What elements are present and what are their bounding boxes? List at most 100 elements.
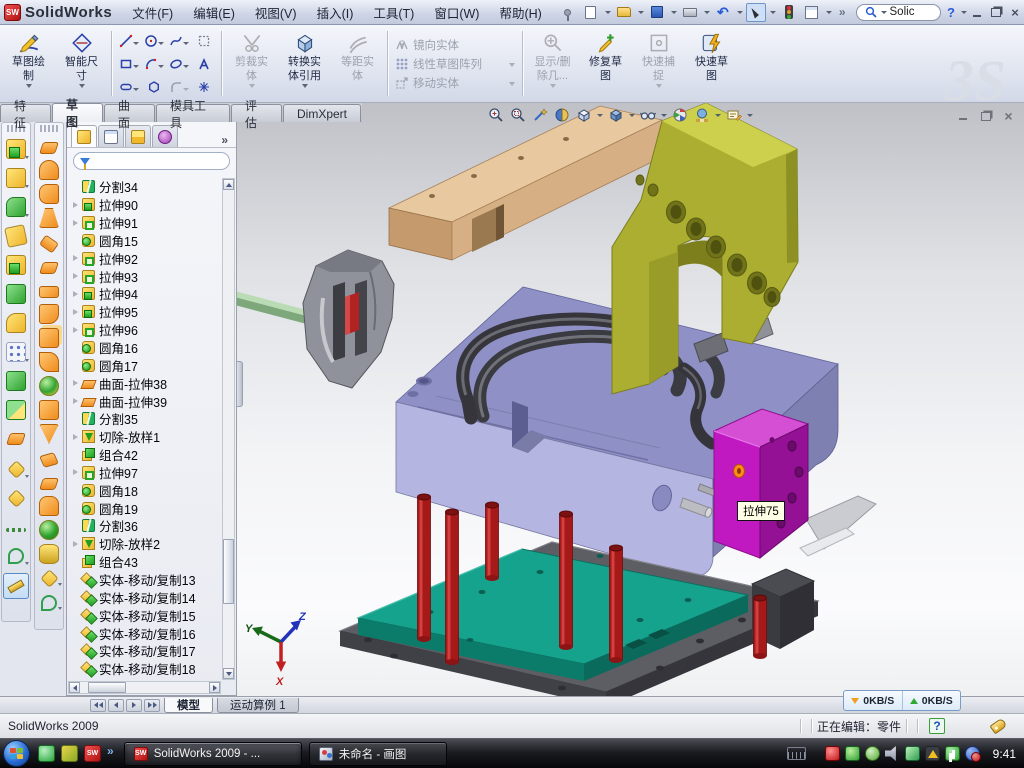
tree-item[interactable]: 实体-移动/复制15 <box>69 606 221 624</box>
move-entities-button[interactable]: 移动实体 <box>395 74 515 91</box>
selection-marquee-tool[interactable] <box>192 30 216 52</box>
tree-item[interactable]: 分割34 <box>69 178 221 196</box>
taskbar-item-paint[interactable]: 未命名 - 画图 <box>309 742 447 766</box>
filter-input[interactable] <box>94 155 223 167</box>
new-dropdown[interactable] <box>605 11 611 14</box>
ruled-surface-icon[interactable] <box>39 400 59 420</box>
display-delete-dropdown[interactable] <box>550 84 556 88</box>
doc-close-button[interactable]: × <box>1001 109 1016 122</box>
chamfer-icon[interactable] <box>4 224 28 248</box>
solidworks-quicklaunch-icon[interactable]: SW <box>84 745 101 762</box>
volume-tray-icon[interactable] <box>885 746 900 761</box>
menu-tools[interactable]: 工具(T) <box>363 1 424 24</box>
menu-window[interactable]: 窗口(W) <box>424 1 489 24</box>
shell-icon[interactable] <box>6 255 26 275</box>
toolbar-overflow-icon[interactable]: » <box>835 5 850 19</box>
input-method-keyboard-icon[interactable] <box>787 747 806 760</box>
section-view-icon[interactable] <box>553 106 571 124</box>
apply-scene-icon[interactable] <box>693 106 711 124</box>
defender-tray-icon[interactable] <box>945 746 960 761</box>
tree-filter-box[interactable] <box>73 152 230 170</box>
tree-horizontal-scrollbar[interactable] <box>68 681 221 694</box>
tree-item[interactable]: 曲面-拉伸39 <box>69 392 221 410</box>
curve-icon[interactable] <box>6 528 26 532</box>
view-annotations-icon[interactable] <box>725 106 743 124</box>
tree-item[interactable]: 组合43 <box>69 553 221 571</box>
open-button[interactable] <box>614 3 634 22</box>
core-icon[interactable] <box>39 520 59 540</box>
tree-item[interactable]: 拉伸97 <box>69 464 221 482</box>
rectangle-tool[interactable] <box>117 53 141 75</box>
linear-sketch-pattern-button[interactable]: 线性草图阵列 <box>395 55 515 72</box>
network-tray-icon[interactable] <box>905 746 920 761</box>
convert-dropdown[interactable] <box>302 84 308 88</box>
insert-part-icon[interactable] <box>7 489 25 507</box>
tree-item[interactable]: 实体-移动/复制13 <box>69 571 221 589</box>
trim-entities-button[interactable]: 剪裁实 体 <box>225 27 278 100</box>
combine-bodies-icon[interactable] <box>6 400 26 420</box>
display-style-dropdown[interactable] <box>629 114 635 117</box>
smart-dimension-dropdown[interactable] <box>79 84 85 88</box>
mirror-entities-button[interactable]: 镜向实体 <box>395 36 515 53</box>
messenger-quicklaunch-icon[interactable] <box>38 745 55 762</box>
view-orientation-dropdown[interactable] <box>597 114 603 117</box>
search-box[interactable] <box>856 4 941 21</box>
tree-item[interactable]: 拉伸96 <box>69 321 221 339</box>
edit-appearance-icon[interactable] <box>671 106 689 124</box>
flat-pattern-icon[interactable] <box>39 262 59 274</box>
sketch-dropdown[interactable] <box>26 84 32 88</box>
zoom-fit-icon[interactable] <box>487 106 505 124</box>
tree-item[interactable]: 拉伸91 <box>69 214 221 232</box>
pinwheel-icon[interactable] <box>39 234 59 253</box>
new-document-button[interactable] <box>581 3 601 22</box>
tree-item[interactable]: 切除-放样1 <box>69 428 221 446</box>
fillet-icon[interactable] <box>6 197 26 217</box>
knit-surface-icon[interactable] <box>39 376 59 396</box>
scroll-up-button[interactable] <box>223 179 234 190</box>
search-scope-dropdown[interactable] <box>881 11 887 14</box>
pushpin-icon[interactable] <box>558 3 578 22</box>
ellipse-tool[interactable] <box>167 53 191 75</box>
next-tab-button[interactable] <box>126 699 142 712</box>
funnel-icon[interactable] <box>39 208 59 228</box>
print-dropdown[interactable] <box>704 11 710 14</box>
save-button[interactable] <box>647 3 667 22</box>
tree-item[interactable]: 圆角17 <box>69 356 221 374</box>
menu-insert[interactable]: 插入(I) <box>307 1 364 24</box>
security-quicklaunch-icon[interactable] <box>61 745 78 762</box>
magic-wand-icon[interactable] <box>531 106 549 124</box>
offset-surface-icon[interactable] <box>39 328 59 348</box>
minimize-button[interactable] <box>969 5 986 20</box>
convert-entities-button[interactable]: 转换实 体引用 <box>278 27 331 100</box>
taskbar-clock[interactable]: 9:41 <box>993 747 1016 761</box>
text-tool[interactable] <box>192 53 216 75</box>
delete-body-icon[interactable] <box>7 460 25 478</box>
select-tool-button[interactable] <box>746 3 766 22</box>
smart-dimension-button[interactable]: 智能尺 寸 <box>55 27 108 100</box>
cavity-icon[interactable] <box>39 544 59 564</box>
dome-surface-icon[interactable] <box>39 160 59 180</box>
linear-pattern-dropdown[interactable] <box>509 63 515 67</box>
tree-item[interactable]: 圆角19 <box>69 499 221 517</box>
trim-dropdown[interactable] <box>249 84 255 88</box>
open-dropdown[interactable] <box>638 11 644 14</box>
scroll-right-button[interactable] <box>209 682 220 693</box>
warning-tray-icon[interactable] <box>925 746 940 761</box>
c-channel-icon[interactable] <box>39 184 59 204</box>
doc-minimize-button[interactable] <box>955 109 970 122</box>
tree-vertical-scrollbar[interactable] <box>222 178 235 680</box>
repair-sketch-button[interactable]: 修复草 图 <box>579 27 632 100</box>
sync-tray-icon[interactable] <box>965 746 980 761</box>
scroll-left-button[interactable] <box>69 682 80 693</box>
draft-icon[interactable] <box>6 313 26 333</box>
tag-icon[interactable] <box>989 718 1007 735</box>
panel-splitter-handle[interactable] <box>237 361 243 407</box>
point-tool[interactable] <box>192 76 216 98</box>
tab-evaluate[interactable]: 评估 <box>231 104 282 122</box>
tab-mold-tools[interactable]: 模具工具 <box>156 104 230 122</box>
options-dropdown[interactable] <box>826 11 832 14</box>
split-body-icon[interactable] <box>6 371 26 391</box>
tree-item[interactable]: 圆角15 <box>69 232 221 250</box>
hide-show-items-icon[interactable] <box>639 106 657 124</box>
tree-item[interactable]: 拉伸94 <box>69 285 221 303</box>
